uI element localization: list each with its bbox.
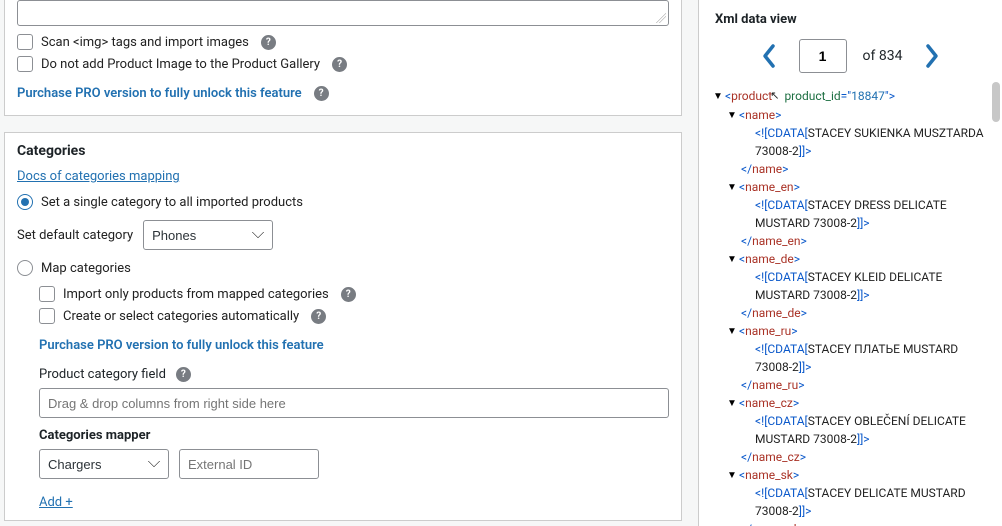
default-category-label: Set default category [17, 228, 133, 243]
scan-img-label: Scan <img> tags and import images [41, 35, 249, 50]
help-icon[interactable]: ? [341, 287, 356, 302]
scrollbar-thumb[interactable] [992, 82, 1000, 122]
help-icon[interactable]: ? [314, 86, 329, 101]
mapper-select[interactable]: Chargers [39, 449, 169, 479]
auto-create-label: Create or select categories automaticall… [63, 309, 299, 324]
radio-single-category[interactable] [17, 194, 33, 210]
help-icon[interactable]: ? [311, 309, 326, 324]
add-mapping-link[interactable]: Add + [39, 495, 73, 510]
no-gallery-checkbox[interactable] [17, 56, 33, 72]
mapper-external-id-input[interactable] [179, 449, 319, 479]
prev-record-button[interactable] [755, 42, 783, 70]
xml-view-title: Xml data view [699, 0, 1002, 27]
cat-field-label: Product category field ? [39, 367, 669, 382]
help-icon[interactable]: ? [261, 35, 276, 50]
page-number-input[interactable] [799, 39, 847, 73]
scan-img-checkbox[interactable] [17, 34, 33, 50]
help-icon[interactable]: ? [332, 57, 347, 72]
next-record-button[interactable] [918, 42, 946, 70]
pro-link-images[interactable]: Purchase PRO version to fully unlock thi… [17, 86, 329, 101]
radio-single-label: Set a single category to all imported pr… [41, 195, 303, 210]
no-gallery-label: Do not add Product Image to the Product … [41, 57, 320, 72]
radio-map-categories[interactable] [17, 260, 33, 276]
import-only-label: Import only products from mapped categor… [63, 287, 329, 302]
default-category-select[interactable]: Phones [143, 220, 273, 250]
xml-tree[interactable]: <product↖ product_id="18847"><name><![CD… [699, 87, 1002, 526]
import-only-checkbox[interactable] [39, 286, 55, 302]
help-icon[interactable]: ? [176, 367, 191, 382]
cat-field-input[interactable] [39, 388, 669, 418]
categories-heading: Categories [17, 143, 669, 159]
auto-create-checkbox[interactable] [39, 308, 55, 324]
image-tags-textarea[interactable] [17, 0, 669, 26]
pro-link-categories[interactable]: Purchase PRO version to fully unlock thi… [39, 338, 324, 353]
mapper-label: Categories mapper [39, 428, 669, 443]
page-total-label: of 834 [863, 48, 903, 64]
docs-link[interactable]: Docs of categories mapping [17, 169, 180, 184]
radio-map-label: Map categories [41, 261, 131, 276]
